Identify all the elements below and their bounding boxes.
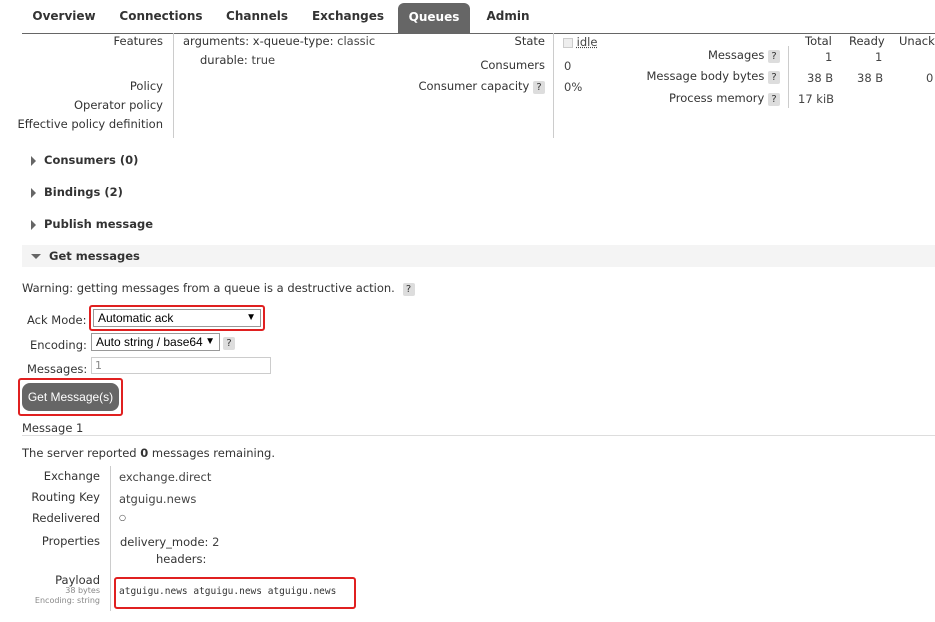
feature-arguments: arguments: x-queue-type: classic (183, 34, 375, 48)
tab-admin[interactable]: Admin (478, 0, 538, 33)
exchange-value: exchange.direct (119, 470, 212, 484)
property-headers-key: headers: (156, 552, 207, 566)
top-nav: Overview Connections Channels Exchanges … (0, 0, 935, 33)
messages-count-label: Messages: (27, 362, 88, 376)
expand-triangle-icon (31, 155, 36, 166)
effective-policy-label: Effective policy definition (17, 117, 163, 131)
consumer-capacity-text: Consumer capacity (418, 79, 530, 93)
stats-process-memory-text: Process memory (669, 91, 765, 105)
help-icon[interactable]: ? (402, 283, 415, 296)
delivery-mode-value: 2 (212, 535, 220, 549)
tab-channels[interactable]: Channels (218, 0, 296, 33)
server-report-post: messages remaining. (148, 446, 275, 460)
divider (788, 46, 789, 108)
section-get-title: Get messages (49, 249, 140, 263)
feature-durable: durable: true (200, 53, 275, 67)
message-title: Message 1 (22, 421, 84, 435)
routing-key-value: atguigu.news (119, 492, 197, 506)
section-get-messages[interactable]: Get messages (22, 245, 935, 267)
server-report: The server reported 0 messages remaining… (22, 446, 275, 460)
feature-args-value-key: x-queue-type: (252, 34, 334, 48)
destructive-warning: Warning: getting messages from a queue i… (22, 281, 415, 296)
stats-header-unacked: Unacked (899, 34, 935, 48)
expand-triangle-icon (31, 219, 36, 230)
section-consumers[interactable]: Consumers (0) (22, 149, 935, 171)
help-icon[interactable]: ? (533, 81, 545, 94)
consumers-value: 0 (564, 59, 572, 73)
section-publish-title: Publish message (44, 217, 154, 231)
operator-policy-label: Operator policy (74, 98, 163, 112)
stats-process-memory-label: Process memory ? (669, 91, 780, 106)
feature-durable-value: true (251, 53, 276, 67)
section-bindings-title: Bindings (2) (44, 185, 123, 199)
section-bindings[interactable]: Bindings (2) (22, 181, 935, 203)
state-idle-icon (563, 37, 573, 48)
stats-body-bytes-total: 38 B (807, 71, 834, 85)
stats-header-ready: Ready (849, 34, 885, 48)
divider (22, 435, 935, 436)
tab-connections[interactable]: Connections (112, 0, 210, 33)
tab-exchanges[interactable]: Exchanges (305, 0, 391, 33)
feature-args-value: classic (337, 34, 376, 48)
payload-bytes: 38 bytes (65, 586, 100, 595)
collapse-triangle-icon (31, 254, 41, 259)
highlight-box (18, 378, 123, 416)
encoding-select[interactable]: Auto string / base64 ▼ (91, 333, 220, 351)
state-text: idle (576, 35, 598, 49)
payload-encoding: Encoding: string (34, 596, 100, 605)
tab-queues[interactable]: Queues (398, 3, 470, 33)
stats-body-bytes-unacked: 0 (926, 71, 934, 85)
redelivered-value: ○ (119, 513, 126, 522)
tab-overview[interactable]: Overview (22, 0, 106, 33)
consumer-capacity-label: Consumer capacity ? (418, 79, 545, 94)
stats-messages-total: 1 (825, 50, 833, 64)
warning-text: Warning: getting messages from a queue i… (22, 281, 395, 295)
expand-triangle-icon (31, 187, 36, 198)
ack-mode-label: Ack Mode: (27, 313, 87, 327)
exchange-label: Exchange (43, 469, 100, 483)
feature-args-key: arguments: (183, 34, 250, 48)
state-value: idle (563, 35, 597, 49)
payload-label: Payload (55, 573, 100, 587)
divider (553, 33, 554, 138)
policy-label: Policy (129, 79, 163, 93)
server-report-pre: The server reported (22, 446, 141, 460)
stats-messages-text: Messages (707, 48, 765, 62)
help-icon[interactable]: ? (768, 71, 780, 84)
consumer-capacity-value: 0% (564, 80, 583, 94)
section-publish[interactable]: Publish message (22, 213, 935, 235)
properties-label: Properties (41, 534, 100, 548)
messages-count-input[interactable]: 1 (91, 357, 271, 374)
chevron-down-icon: ▼ (205, 336, 215, 347)
stats-header-total: Total (805, 34, 832, 48)
stats-body-bytes-ready: 38 B (857, 71, 884, 85)
stats-body-bytes-label: Message body bytes ? (646, 69, 780, 84)
help-icon[interactable]: ? (768, 50, 780, 63)
feature-durable-key: durable: (200, 53, 248, 67)
highlight-box (89, 305, 265, 331)
help-icon[interactable]: ? (768, 93, 780, 106)
encoding-value: Auto string / base64 (96, 335, 203, 349)
state-label: State (514, 34, 545, 48)
features-label: Features (113, 34, 163, 48)
encoding-help: ? (223, 335, 235, 350)
delivery-mode-key: delivery_mode: (120, 535, 209, 549)
help-icon[interactable]: ? (223, 337, 235, 350)
stats-body-bytes-text: Message body bytes (646, 69, 765, 83)
highlight-box (114, 577, 356, 609)
redelivered-label: Redelivered (31, 511, 100, 525)
routing-key-label: Routing Key (31, 490, 100, 504)
section-consumers-title: Consumers (0) (44, 153, 139, 167)
encoding-label: Encoding: (30, 338, 87, 352)
stats-messages-ready: 1 (875, 50, 883, 64)
stats-process-memory-value: 17 kiB (798, 92, 835, 106)
consumers-label: Consumers (480, 58, 545, 72)
divider (173, 33, 174, 138)
divider (110, 466, 111, 611)
property-delivery-mode: delivery_mode: 2 (120, 535, 219, 549)
stats-messages-label: Messages ? (708, 48, 780, 63)
